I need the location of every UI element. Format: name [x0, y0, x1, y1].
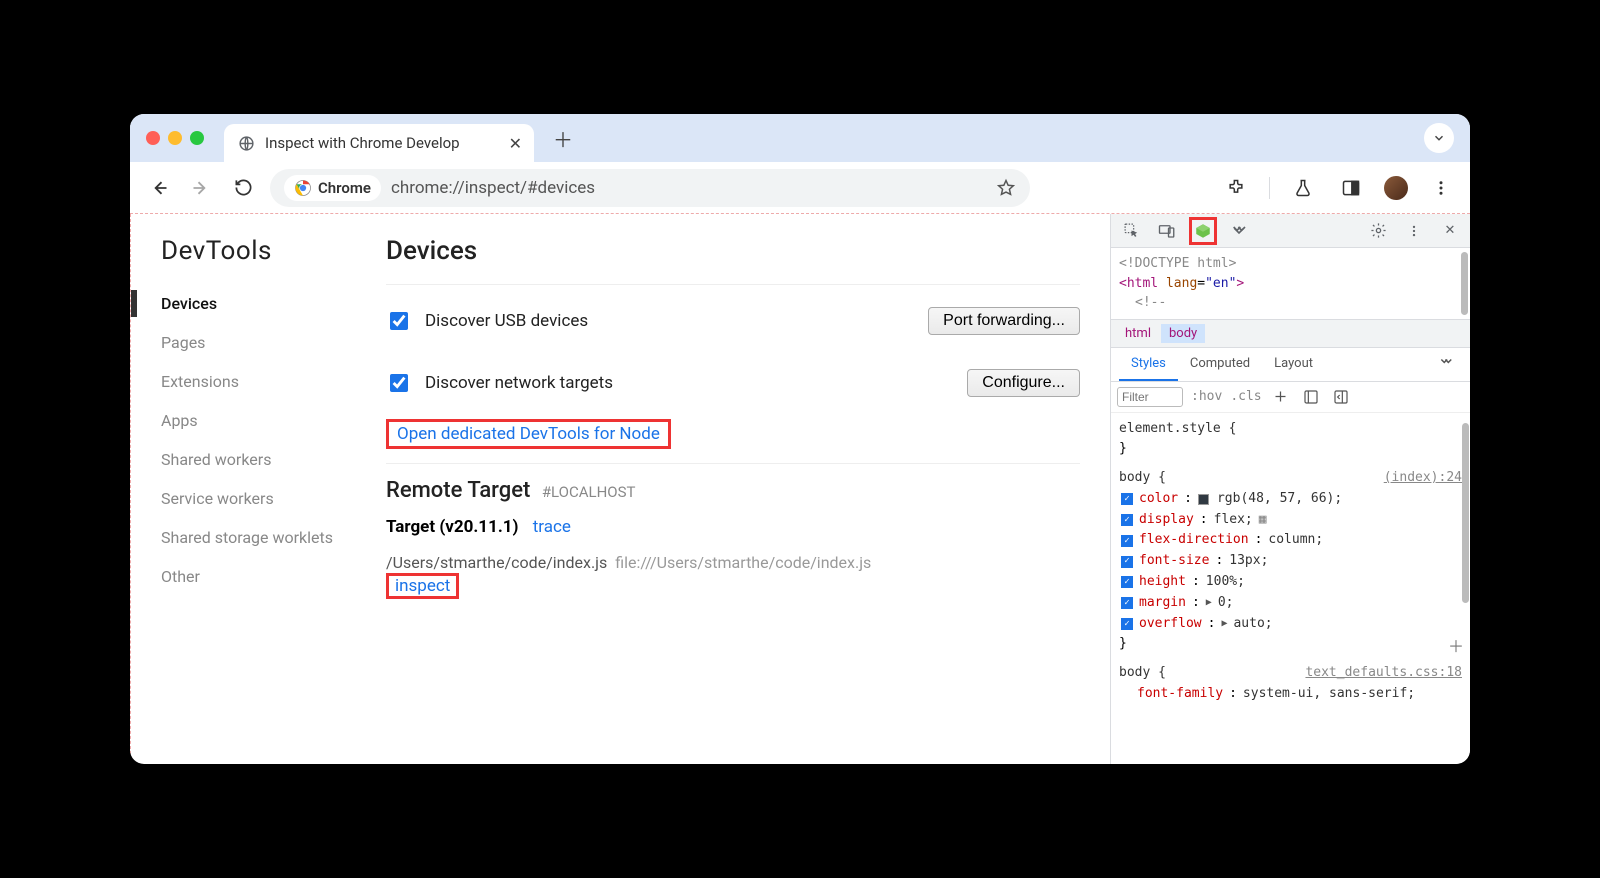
rule-source[interactable]: text_defaults.css:18 [1305, 663, 1462, 684]
tab-close-icon[interactable]: ✕ [509, 134, 522, 153]
forward-button[interactable] [186, 173, 216, 203]
remote-target-heading: Remote Target #LOCALHOST [386, 478, 1080, 503]
reload-button[interactable] [228, 173, 258, 203]
tab-title: Inspect with Chrome Develop [265, 134, 499, 152]
port-forwarding-button[interactable]: Port forwarding... [928, 307, 1080, 335]
subtab-styles[interactable]: Styles [1119, 348, 1178, 381]
target-path: /Users/stmarthe/code/index.js file:///Us… [386, 553, 1080, 572]
subtab-layout[interactable]: Layout [1262, 348, 1325, 381]
discover-network-label: Discover network targets [425, 373, 613, 393]
devtools-panel: ✕ <!DOCTYPE html> <html lang="en"> <!-- … [1110, 214, 1470, 764]
css-property[interactable]: ✓display: flex; ▦ [1119, 510, 1462, 531]
chrome-badge: Chrome [284, 175, 381, 201]
element-style-rule: element.style { } [1119, 419, 1462, 461]
close-devtools-icon[interactable]: ✕ [1436, 217, 1464, 245]
scrollbar[interactable] [1461, 252, 1468, 315]
styles-pane[interactable]: element.style { } (index):24 body { ✓col… [1111, 413, 1470, 765]
tab-overflow-button[interactable] [1424, 123, 1454, 153]
discover-usb-label: Discover USB devices [425, 311, 588, 331]
labs-icon[interactable] [1288, 173, 1318, 203]
traffic-lights [146, 131, 204, 145]
configure-button[interactable]: Configure... [967, 369, 1080, 397]
discover-network-checkbox[interactable] [390, 374, 408, 392]
css-property[interactable]: ✓flex-direction: column; [1119, 530, 1462, 551]
devtools-logo: DevTools [161, 236, 386, 266]
node-tab-highlight[interactable] [1189, 217, 1217, 245]
toggle-sidebar-icon[interactable] [1330, 386, 1352, 408]
address-bar[interactable]: Chrome chrome://inspect/#devices [270, 169, 1030, 207]
add-property-icon[interactable]: ＋ [1448, 634, 1464, 660]
rule-source[interactable]: (index):24 [1384, 468, 1462, 489]
inspect-page: DevTools Devices Pages Extensions Apps S… [130, 214, 1110, 764]
sidebar-item-other[interactable]: Other [161, 557, 386, 596]
bookmark-star-icon[interactable] [996, 178, 1016, 198]
overflow-tabs-icon[interactable] [1225, 217, 1253, 245]
devices-panel: Devices Discover USB devices Port forwar… [386, 214, 1110, 764]
cls-toggle[interactable]: .cls [1230, 389, 1261, 404]
scrollbar[interactable] [1462, 423, 1469, 603]
sidebar-item-shared-storage[interactable]: Shared storage worklets [161, 518, 386, 557]
titlebar: Inspect with Chrome Develop ✕ ＋ [130, 114, 1470, 162]
subtab-more-icon[interactable] [1430, 348, 1462, 381]
more-kebab-icon[interactable] [1400, 217, 1428, 245]
browser-window: Inspect with Chrome Develop ✕ ＋ Chrome c… [130, 114, 1470, 764]
sidebar-item-apps[interactable]: Apps [161, 401, 386, 440]
css-property[interactable]: ✓color: rgb(48, 57, 66); [1119, 489, 1462, 510]
styles-subtabs: Styles Computed Layout [1111, 348, 1470, 382]
body-rule: (index):24 body { ✓color: rgb(48, 57, 66… [1119, 468, 1462, 655]
breadcrumb-body[interactable]: body [1161, 324, 1205, 343]
subtab-computed[interactable]: Computed [1178, 348, 1262, 381]
content-area: DevTools Devices Pages Extensions Apps S… [130, 214, 1470, 764]
settings-gear-icon[interactable] [1364, 217, 1392, 245]
sidebar-item-extensions[interactable]: Extensions [161, 362, 386, 401]
maximize-window-button[interactable] [190, 131, 204, 145]
sidebar-item-pages[interactable]: Pages [161, 323, 386, 362]
extensions-icon[interactable] [1221, 173, 1251, 203]
trace-link[interactable]: trace [533, 517, 571, 537]
toolbar: Chrome chrome://inspect/#devices [130, 162, 1470, 214]
device-toolbar-icon[interactable] [1153, 217, 1181, 245]
globe-icon [238, 135, 255, 152]
css-property[interactable]: ✓overflow: ▶ auto; [1119, 614, 1462, 635]
devtools-tabbar: ✕ [1111, 214, 1470, 248]
breadcrumb: html body [1111, 320, 1470, 348]
css-property[interactable]: ✓font-size: 13px; [1119, 551, 1462, 572]
inspect-element-icon[interactable] [1117, 217, 1145, 245]
body-rule-2: text_defaults.css:18 body { font-family:… [1119, 663, 1462, 705]
elements-tree[interactable]: <!DOCTYPE html> <html lang="en"> <!-- [1111, 248, 1470, 320]
target-line: Target (v20.11.1) trace [386, 517, 1080, 537]
hov-toggle[interactable]: :hov [1191, 389, 1222, 404]
new-style-rule-icon[interactable] [1270, 386, 1292, 408]
styles-filter-bar: :hov .cls [1111, 382, 1470, 413]
sidebar-item-devices[interactable]: Devices [161, 284, 386, 323]
breadcrumb-html[interactable]: html [1117, 324, 1159, 343]
new-tab-button[interactable]: ＋ [548, 123, 578, 153]
sidebar-item-shared-workers[interactable]: Shared workers [161, 440, 386, 479]
css-property[interactable]: ✓margin: ▶ 0; [1119, 593, 1462, 614]
menu-kebab-icon[interactable] [1426, 173, 1456, 203]
browser-tab[interactable]: Inspect with Chrome Develop ✕ [224, 124, 534, 162]
profile-avatar[interactable] [1384, 176, 1408, 200]
discover-usb-checkbox[interactable] [390, 312, 408, 330]
minimize-window-button[interactable] [168, 131, 182, 145]
separator [1269, 177, 1270, 199]
url-text: chrome://inspect/#devices [391, 178, 986, 198]
back-button[interactable] [144, 173, 174, 203]
styles-filter-input[interactable] [1117, 387, 1183, 407]
close-window-button[interactable] [146, 131, 160, 145]
css-property[interactable]: ✓height: 100%; [1119, 572, 1462, 593]
devices-heading: Devices [386, 236, 1080, 266]
open-node-devtools-link[interactable]: Open dedicated DevTools for Node [397, 424, 660, 444]
inspect-highlight: inspect [386, 573, 459, 599]
side-panel-icon[interactable] [1336, 173, 1366, 203]
toggle-computed-icon[interactable] [1300, 386, 1322, 408]
sidebar-item-service-workers[interactable]: Service workers [161, 479, 386, 518]
inspect-link[interactable]: inspect [389, 576, 456, 596]
sidebar: DevTools Devices Pages Extensions Apps S… [131, 214, 386, 764]
open-node-devtools-highlight: Open dedicated DevTools for Node [386, 419, 671, 449]
